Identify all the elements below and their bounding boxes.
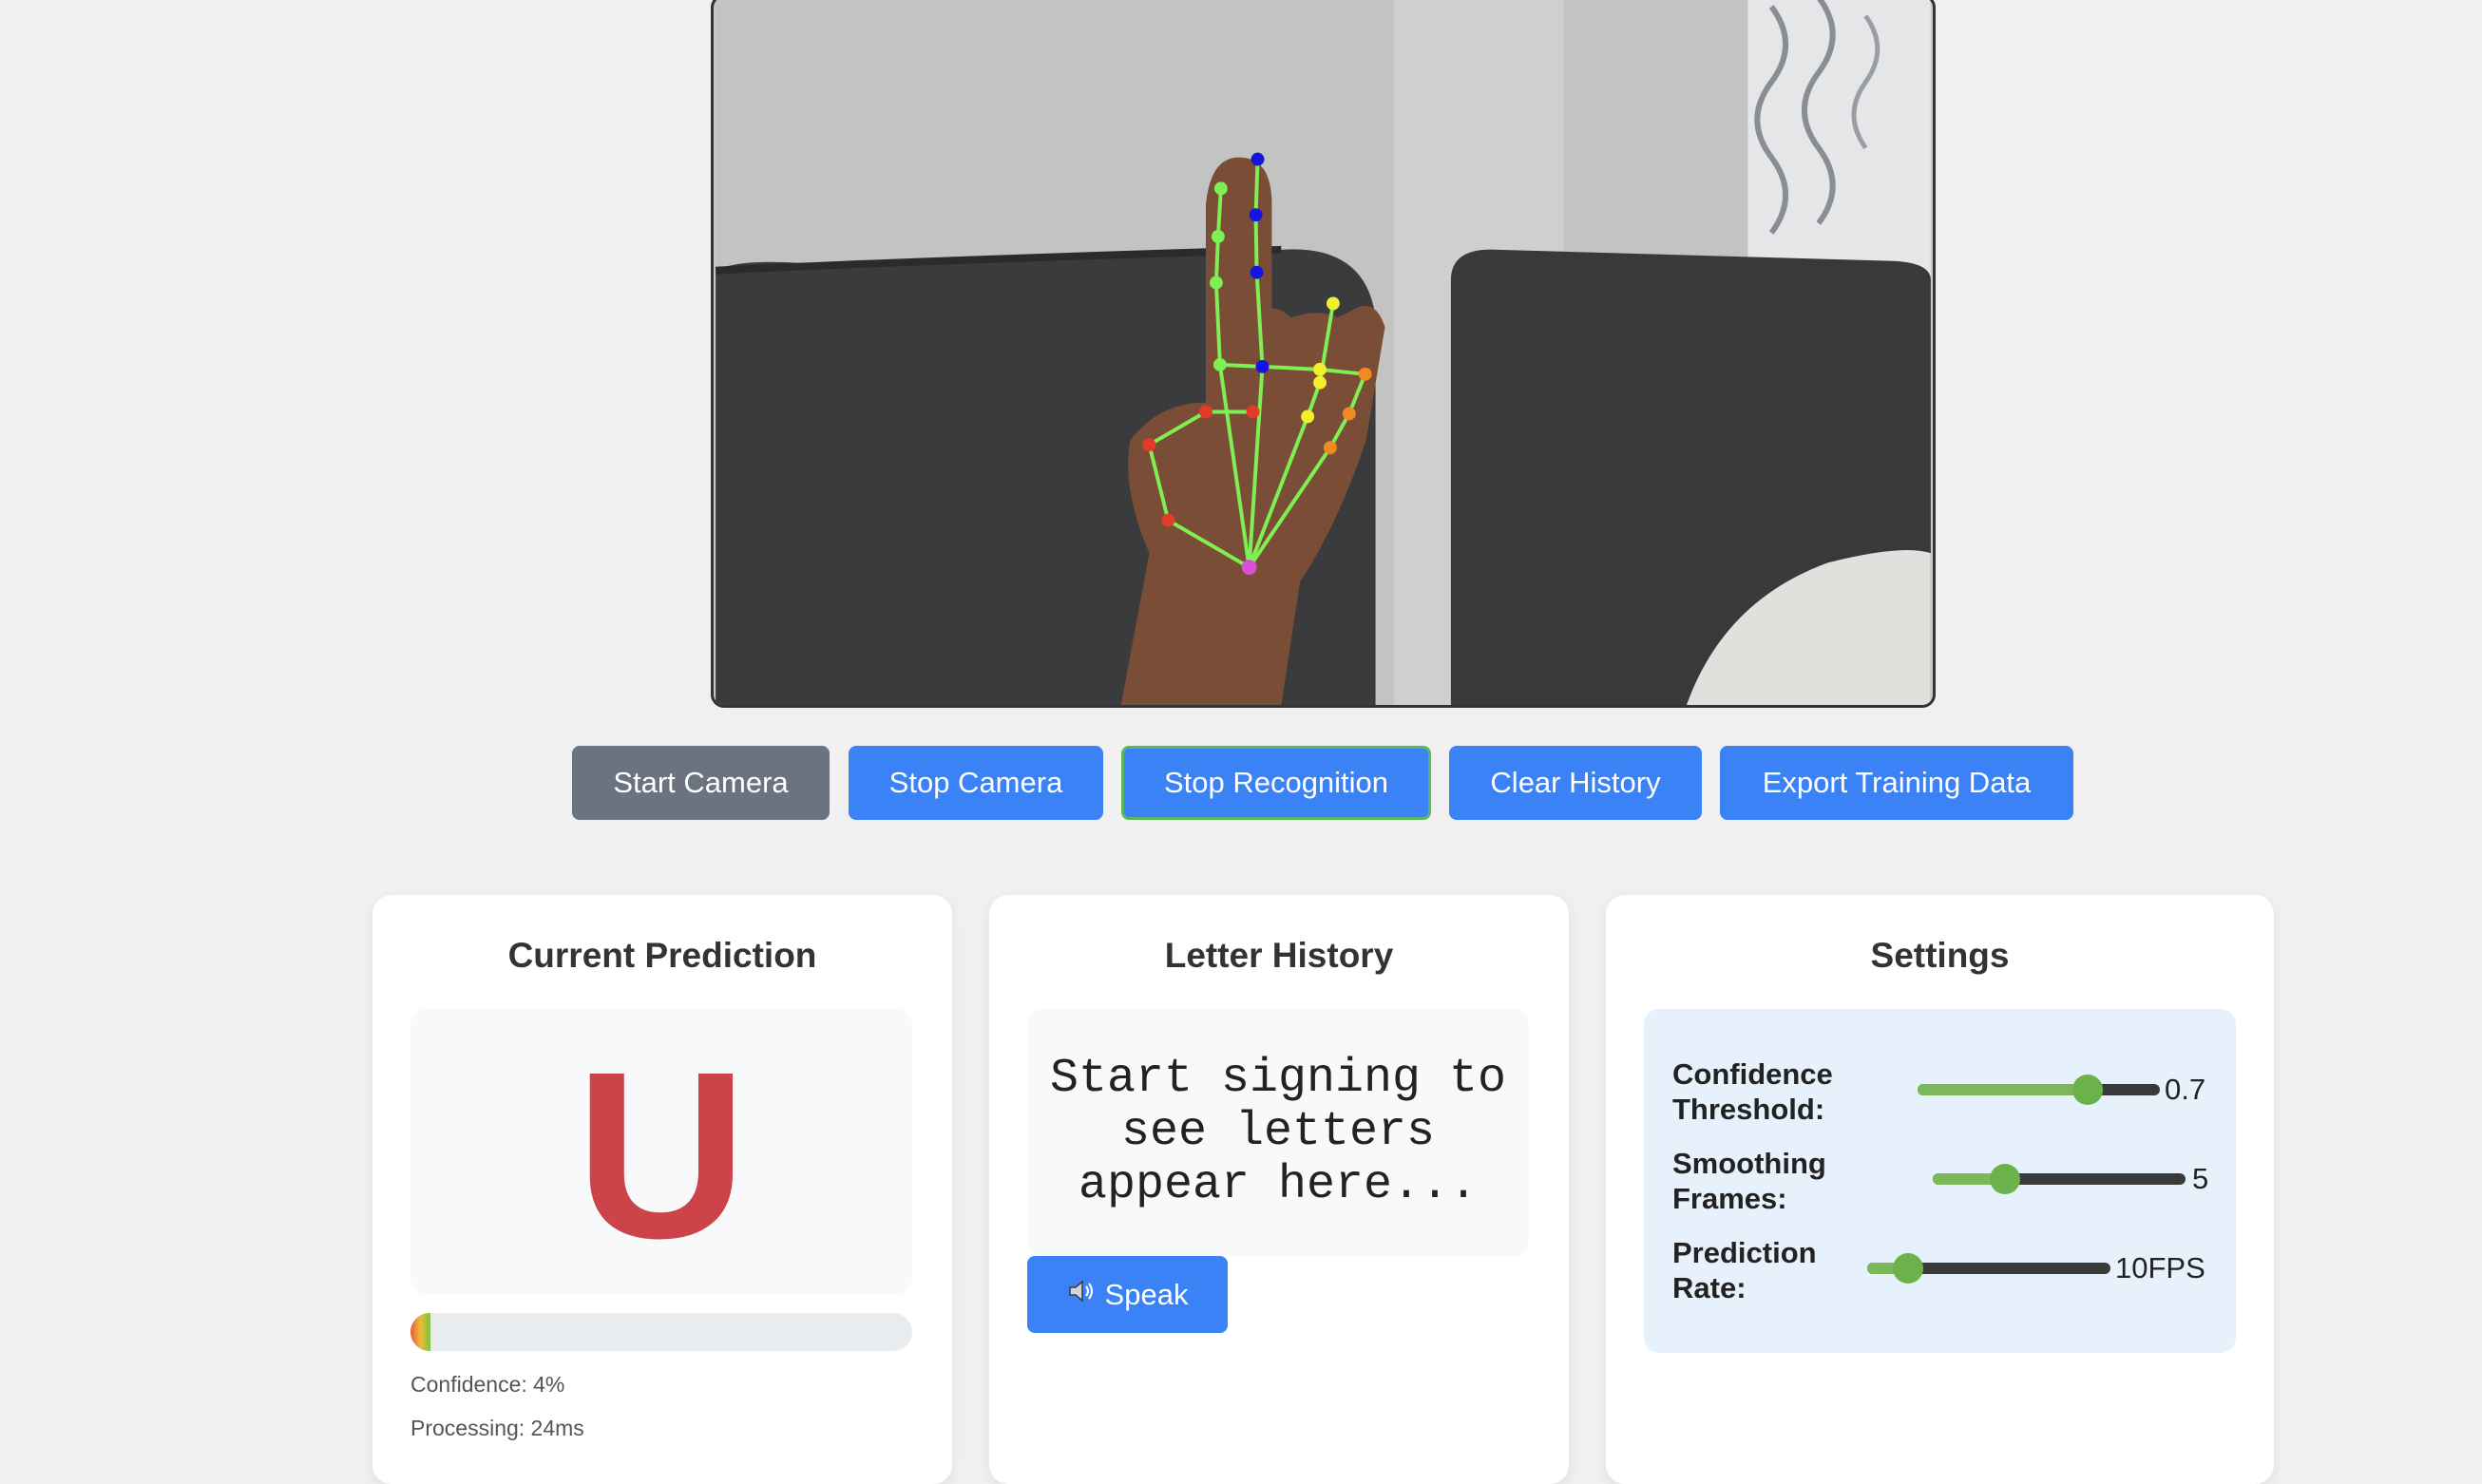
confidence-bar-fill bbox=[410, 1313, 431, 1351]
letter-history-panel: Letter History Start signing to see lett… bbox=[989, 895, 1569, 1484]
processing-time-text: Processing: 24ms bbox=[410, 1416, 584, 1440]
speak-label: Speak bbox=[1104, 1277, 1189, 1311]
smoothing-frames-label: Smoothing Frames: bbox=[1672, 1147, 1826, 1215]
predicted-letter: U bbox=[575, 1022, 748, 1287]
slider-thumb[interactable] bbox=[1892, 1253, 1923, 1284]
camera-controls: Start Camera Stop Camera Stop Recognitio… bbox=[0, 746, 2482, 820]
letter-history-title: Letter History bbox=[1164, 936, 1394, 975]
confidence-text: Confidence: 4% bbox=[410, 1372, 565, 1397]
prediction-rate-label: Prediction Rate: bbox=[1672, 1236, 1817, 1304]
confidence-threshold-label: Confidence Threshold: bbox=[1672, 1057, 1833, 1126]
current-prediction-panel: Current Prediction U Confidence: 4% Proc… bbox=[372, 895, 952, 1484]
letter-history-display: Start signing to see letters appear here… bbox=[1027, 1009, 1529, 1256]
slider-thumb[interactable] bbox=[2072, 1075, 2103, 1105]
smoothing-frames-slider[interactable] bbox=[1933, 1164, 2186, 1194]
clear-history-button[interactable]: Clear History bbox=[1449, 746, 1702, 820]
prediction-display: U bbox=[410, 1009, 912, 1294]
settings-title: Settings bbox=[1870, 936, 2010, 975]
confidence-threshold-value: 0.7 bbox=[2165, 1073, 2206, 1106]
confidence-threshold-slider[interactable] bbox=[1918, 1075, 2160, 1105]
history-placeholder: Start signing to see letters appear here… bbox=[1049, 1052, 1507, 1212]
prediction-rate-slider[interactable] bbox=[1867, 1253, 2110, 1284]
speaker-icon bbox=[1067, 1278, 1096, 1312]
settings-panel: Settings Confidence Threshold: 0.7 Smoot… bbox=[1606, 895, 2274, 1484]
smoothing-frames-value: 5 bbox=[2192, 1162, 2209, 1195]
start-camera-button[interactable]: Start Camera bbox=[572, 746, 830, 820]
prediction-rate-value: 10FPS bbox=[2115, 1251, 2205, 1284]
slider-thumb[interactable] bbox=[1990, 1164, 2020, 1194]
stop-recognition-button[interactable]: Stop Recognition bbox=[1121, 746, 1431, 820]
hand-landmark-overlay bbox=[715, 0, 1931, 705]
settings-controls: Confidence Threshold: 0.7 Smoothing Fram… bbox=[1644, 1009, 2236, 1353]
speak-button[interactable]: Speak bbox=[1027, 1256, 1228, 1333]
current-prediction-title: Current Prediction bbox=[507, 936, 817, 975]
camera-feed bbox=[711, 0, 1936, 708]
export-training-data-button[interactable]: Export Training Data bbox=[1720, 746, 2073, 820]
confidence-bar bbox=[410, 1313, 912, 1351]
stop-camera-button[interactable]: Stop Camera bbox=[849, 746, 1103, 820]
